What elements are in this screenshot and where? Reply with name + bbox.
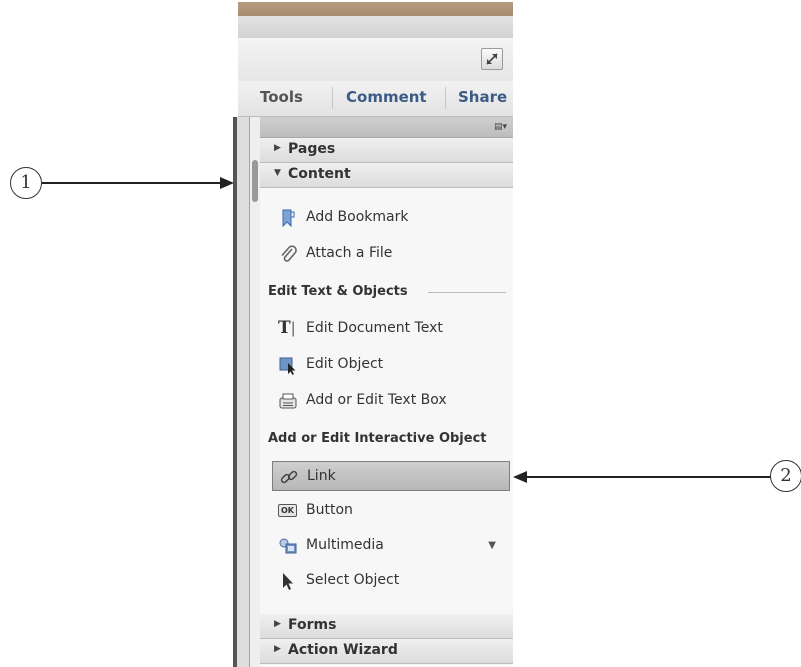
group-heading-edit-text-objects: Edit Text & Objects bbox=[268, 284, 408, 299]
cursor-arrow-icon bbox=[283, 573, 293, 590]
tools-panel: ▤▾ ▶ Pages ▼ Content Add Bookmark Attach… bbox=[260, 117, 513, 667]
ok-button-icon: OK bbox=[278, 504, 297, 517]
section-pages[interactable]: ▶ Pages bbox=[260, 138, 513, 163]
tab-share[interactable]: Share bbox=[458, 88, 507, 106]
section-forms[interactable]: ▶ Forms bbox=[260, 614, 513, 639]
chevron-down-icon[interactable]: ▼ bbox=[488, 540, 496, 551]
expand-arrow-icon: ▶ bbox=[274, 644, 281, 654]
text-tool-glyph: T bbox=[278, 318, 291, 338]
section-content[interactable]: ▼ Content bbox=[260, 163, 513, 188]
callout-1-leader bbox=[42, 182, 222, 184]
group-divider bbox=[428, 292, 506, 293]
section-action-wizard[interactable]: ▶ Action Wizard bbox=[260, 639, 513, 664]
tool-button[interactable]: OK Button bbox=[272, 496, 510, 526]
callout-1: 1 bbox=[10, 167, 42, 199]
tab-tools[interactable]: Tools bbox=[260, 88, 303, 106]
callout-2-leader bbox=[526, 476, 771, 478]
tool-label: Add or Edit Text Box bbox=[306, 392, 447, 408]
section-label: Action Wizard bbox=[288, 642, 398, 658]
bookmark-icon bbox=[282, 209, 295, 228]
collapse-arrow-icon: ▼ bbox=[274, 168, 281, 178]
typewriter-icon bbox=[279, 393, 297, 409]
tool-label: Add Bookmark bbox=[306, 209, 409, 225]
link-chain-icon bbox=[280, 470, 298, 484]
panel-options-menu-icon[interactable]: ▤▾ bbox=[494, 122, 507, 132]
tool-label: Edit Object bbox=[306, 356, 384, 372]
tool-label: Link bbox=[307, 468, 336, 484]
scrollbar-thumb[interactable] bbox=[252, 160, 258, 202]
multimedia-icon bbox=[279, 538, 297, 554]
tool-select-object[interactable]: Select Object bbox=[272, 566, 510, 596]
expand-pane-button[interactable] bbox=[481, 48, 503, 70]
edit-object-icon bbox=[279, 357, 296, 375]
tool-label: Edit Document Text bbox=[306, 320, 443, 336]
paperclip-icon bbox=[281, 245, 297, 262]
callout-2-arrowhead bbox=[513, 471, 527, 483]
tool-multimedia[interactable]: Multimedia ▼ bbox=[272, 531, 510, 561]
group-heading-interactive-objects: Add or Edit Interactive Object bbox=[268, 431, 487, 446]
callout-2: 2 bbox=[770, 460, 801, 492]
tool-edit-object[interactable]: Edit Object bbox=[272, 350, 510, 380]
edge-shadow bbox=[233, 117, 237, 667]
tool-label: Select Object bbox=[306, 572, 400, 588]
task-pane-header bbox=[238, 38, 513, 82]
toolbar-strip bbox=[238, 16, 513, 39]
tool-attach-file[interactable]: Attach a File bbox=[272, 239, 510, 269]
tool-link[interactable]: Link bbox=[272, 461, 510, 491]
callout-1-arrowhead bbox=[220, 177, 234, 189]
pane-resize-edge[interactable] bbox=[233, 117, 250, 667]
tool-label: Multimedia bbox=[306, 537, 384, 553]
tab-comment[interactable]: Comment bbox=[346, 88, 427, 106]
tab-divider bbox=[445, 87, 446, 109]
expand-arrow-icon: ▶ bbox=[274, 143, 281, 153]
tool-add-bookmark[interactable]: Add Bookmark bbox=[272, 203, 510, 233]
acrobat-tools-pane: Tools Comment Share ▤▾ ▶ Pages ▼ Content… bbox=[233, 0, 513, 667]
tab-divider bbox=[332, 87, 333, 109]
tool-edit-document-text[interactable]: T| Edit Document Text bbox=[272, 314, 510, 344]
tool-label: Attach a File bbox=[306, 245, 393, 261]
expand-arrow-icon: ▶ bbox=[274, 619, 281, 629]
section-label: Pages bbox=[288, 141, 336, 157]
window-top-strip bbox=[238, 2, 513, 16]
tool-label: Button bbox=[306, 502, 353, 518]
text-edit-icon: T| bbox=[278, 318, 296, 338]
tool-add-edit-text-box[interactable]: Add or Edit Text Box bbox=[272, 386, 510, 416]
pane-tabs: Tools Comment Share bbox=[238, 81, 513, 117]
panel-options-bar: ▤▾ bbox=[260, 117, 513, 138]
expand-arrows-icon bbox=[486, 53, 498, 65]
section-label: Content bbox=[288, 166, 351, 182]
section-label: Forms bbox=[288, 617, 337, 633]
